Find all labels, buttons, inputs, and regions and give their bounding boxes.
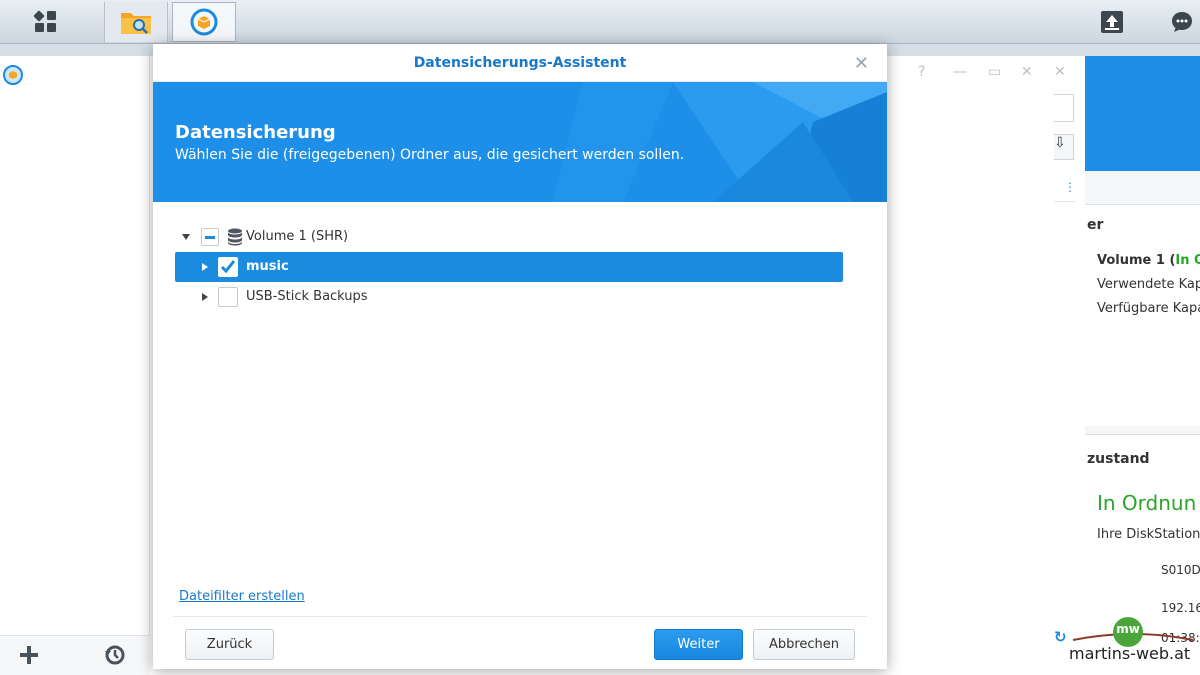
banner-subtitle: Wählen Sie die (freigegebenen) Ordner au… bbox=[175, 147, 685, 163]
watermark-badge: mw bbox=[1116, 622, 1140, 636]
health-status: In Ordnun bbox=[1097, 491, 1197, 515]
chat-bubble-icon bbox=[1172, 12, 1192, 32]
checkmark-icon bbox=[220, 260, 236, 274]
main-menu-button[interactable] bbox=[14, 2, 78, 42]
folder-tree: Volume 1 (SHR) music USB-Stick Backups bbox=[175, 222, 843, 312]
usb-backups-checkbox[interactable] bbox=[218, 287, 238, 307]
folder-search-icon bbox=[121, 13, 151, 34]
sort-button[interactable]: ⇩ bbox=[1054, 134, 1074, 160]
app-logo-icon bbox=[2, 64, 24, 90]
server-name: S010D bbox=[1161, 563, 1200, 577]
next-button[interactable]: Weiter bbox=[654, 629, 743, 660]
main-menu-icon bbox=[33, 10, 56, 32]
backup-app-button[interactable] bbox=[172, 2, 236, 42]
database-icon bbox=[227, 228, 243, 250]
taskbar bbox=[0, 0, 1200, 44]
health-heading: zustand bbox=[1087, 451, 1150, 467]
tree-item-music[interactable]: music bbox=[175, 252, 843, 282]
notifications-button[interactable] bbox=[1150, 2, 1200, 42]
background-window-sidebar bbox=[0, 56, 150, 675]
expand-right-icon[interactable] bbox=[202, 263, 208, 271]
background-window-content: ? — ▭ ✕ ✕ ⇩ ⋮ ↻ bbox=[888, 56, 1083, 675]
root-checkbox-partial[interactable] bbox=[201, 228, 219, 246]
add-icon[interactable] bbox=[18, 644, 40, 670]
cancel-button[interactable]: Abbrechen bbox=[753, 629, 855, 660]
music-checkbox[interactable] bbox=[218, 257, 238, 277]
free-capacity-label: Verfügbare Kapa bbox=[1097, 301, 1200, 316]
back-button[interactable]: Zurück bbox=[185, 629, 274, 660]
used-capacity-label: Verwendete Kap bbox=[1097, 277, 1200, 292]
close-icon[interactable]: ✕ bbox=[854, 53, 869, 74]
volume-card-heading: er bbox=[1087, 217, 1104, 233]
sort-icon: ⇩ bbox=[1054, 135, 1066, 151]
info-panel-header bbox=[1085, 56, 1200, 171]
list-area bbox=[1054, 201, 1076, 401]
search-field[interactable] bbox=[1054, 94, 1074, 122]
background-window-toolbar bbox=[0, 635, 150, 675]
tree-root-label: Volume 1 (SHR) bbox=[246, 229, 349, 244]
maximize-icon[interactable]: ▭ bbox=[988, 64, 1001, 80]
help-icon[interactable]: ? bbox=[918, 64, 925, 80]
dialog-title: Datensicherungs-Assistent bbox=[153, 44, 887, 82]
watermark-text: martins-web.at bbox=[1069, 644, 1191, 663]
upload-button[interactable] bbox=[1080, 2, 1144, 42]
file-station-button[interactable] bbox=[104, 2, 168, 42]
backup-wizard-dialog: Datensicherungs-Assistent ✕ Datensicheru… bbox=[153, 44, 887, 669]
minimize-icon[interactable]: — bbox=[953, 64, 967, 80]
tree-item-label: music bbox=[246, 259, 289, 274]
tree-item-usb-stick-backups[interactable]: USB-Stick Backups bbox=[175, 282, 843, 312]
backup-icon bbox=[190, 8, 218, 36]
volume-card-title: Volume 1 (In O bbox=[1097, 253, 1200, 268]
expand-down-icon[interactable] bbox=[182, 234, 190, 240]
history-icon[interactable] bbox=[104, 644, 126, 670]
info-panel: er Volume 1 (In O Verwendete Kap Verfügb… bbox=[1085, 56, 1200, 675]
dialog-banner: Datensicherung Wählen Sie die (freigegeb… bbox=[153, 82, 887, 202]
health-description: Ihre DiskStation bbox=[1097, 527, 1200, 542]
upload-icon bbox=[1101, 11, 1123, 33]
close-window-icon[interactable]: ✕ bbox=[1021, 64, 1033, 80]
expand-right-icon[interactable] bbox=[202, 293, 208, 301]
watermark: mw martins-web.at bbox=[1063, 612, 1200, 675]
tree-root-row[interactable]: Volume 1 (SHR) bbox=[175, 222, 843, 252]
more-icon[interactable]: ⋮ bbox=[1064, 180, 1076, 194]
banner-title: Datensicherung bbox=[175, 122, 336, 143]
close-window-icon-2[interactable]: ✕ bbox=[1054, 64, 1066, 80]
volume-card: er Volume 1 (In O Verwendete Kap Verfügb… bbox=[1085, 204, 1200, 426]
create-file-filter-link[interactable]: Dateifilter erstellen bbox=[179, 589, 305, 604]
tree-item-label: USB-Stick Backups bbox=[246, 289, 368, 304]
